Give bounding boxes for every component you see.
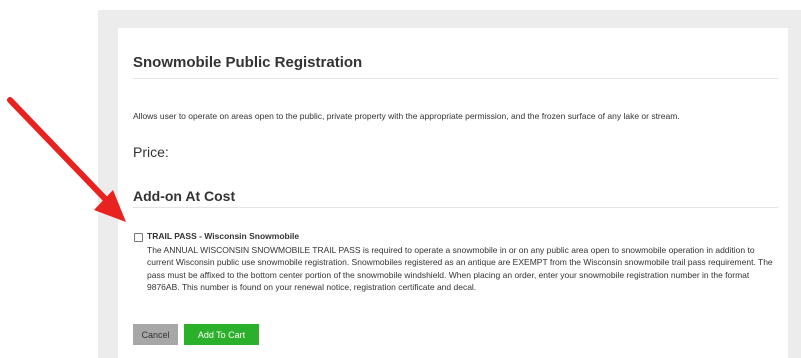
page-background: Snowmobile Public Registration Allows us…	[98, 10, 801, 358]
add-to-cart-button[interactable]: Add To Cart	[184, 324, 259, 345]
trail-pass-checkbox[interactable]	[134, 233, 143, 242]
addon-divider	[133, 207, 778, 208]
cancel-button[interactable]: Cancel	[133, 324, 178, 345]
trail-pass-label[interactable]: TRAIL PASS - Wisconsin Snowmobile	[147, 231, 299, 241]
price-label: Price:	[133, 144, 169, 160]
page-title: Snowmobile Public Registration	[133, 54, 363, 71]
title-divider	[133, 78, 778, 79]
registration-description: Allows user to operate on areas open to …	[133, 111, 680, 121]
addon-section-heading: Add-on At Cost	[133, 188, 236, 204]
trail-pass-description: The ANNUAL WISCONSIN SNOWMOBILE TRAIL PA…	[147, 245, 773, 293]
registration-panel: Snowmobile Public Registration Allows us…	[118, 28, 788, 358]
